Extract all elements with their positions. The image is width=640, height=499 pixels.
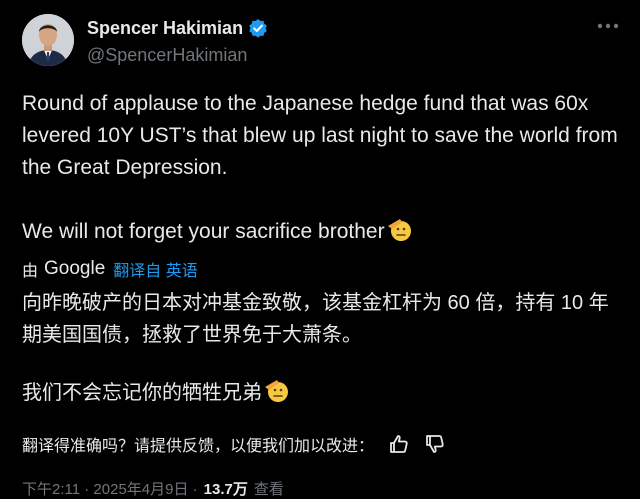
tweet-paragraph-1: Round of applause to the Japanese hedge … bbox=[22, 92, 618, 179]
translated-by-label: 由 bbox=[22, 263, 39, 280]
views-count: 13.7万 bbox=[203, 480, 248, 498]
translation-feedback: 翻译得准确吗？请提供反馈，以便我们加以改进： bbox=[22, 430, 446, 458]
translated-text: 向昨晚破产的日本对冲基金致敬，该基金杠杆为 60 倍，持有 10 年期美国国债，… bbox=[22, 287, 622, 409]
translated-paragraph-2: 我们不会忘记你的牺牲兄弟 bbox=[22, 377, 622, 409]
saluting-face-icon bbox=[264, 378, 290, 404]
tweet-meta: 下午2:11 · 2025年4月9日 · 13.7万 查看 bbox=[22, 478, 284, 498]
feedback-prompt: 翻译得准确吗？请提供反馈，以便我们加以改进： bbox=[22, 438, 375, 455]
google-logo: Google bbox=[44, 258, 106, 279]
views-label: 查看 bbox=[253, 480, 284, 498]
translated-from-link[interactable]: 翻译自 英语 bbox=[113, 257, 197, 281]
author-name[interactable]: Spencer Hakimian bbox=[87, 18, 243, 39]
thumbs-up-icon[interactable] bbox=[388, 433, 410, 455]
more-options-icon[interactable] bbox=[594, 14, 622, 38]
tweet-author: Spencer Hakimian @SpencerHakimian bbox=[87, 16, 268, 66]
tweet-paragraph-2: We will not forget your sacrifice brothe… bbox=[22, 216, 622, 248]
translation-attribution: 由 Google 翻译自 英语 bbox=[22, 256, 198, 282]
tweet-timestamp[interactable]: 下午2:11 · 2025年4月9日 · bbox=[22, 478, 198, 499]
tweet-text: Round of applause to the Japanese hedge … bbox=[22, 88, 622, 248]
saluting-face-icon bbox=[387, 217, 413, 243]
avatar[interactable] bbox=[22, 14, 74, 66]
translated-paragraph-1: 向昨晚破产的日本对冲基金致敬，该基金杠杆为 60 倍，持有 10 年期美国国债，… bbox=[22, 292, 609, 346]
author-handle[interactable]: @SpencerHakimian bbox=[87, 45, 268, 66]
verified-badge-icon bbox=[248, 18, 268, 38]
thumbs-down-icon[interactable] bbox=[424, 433, 446, 455]
